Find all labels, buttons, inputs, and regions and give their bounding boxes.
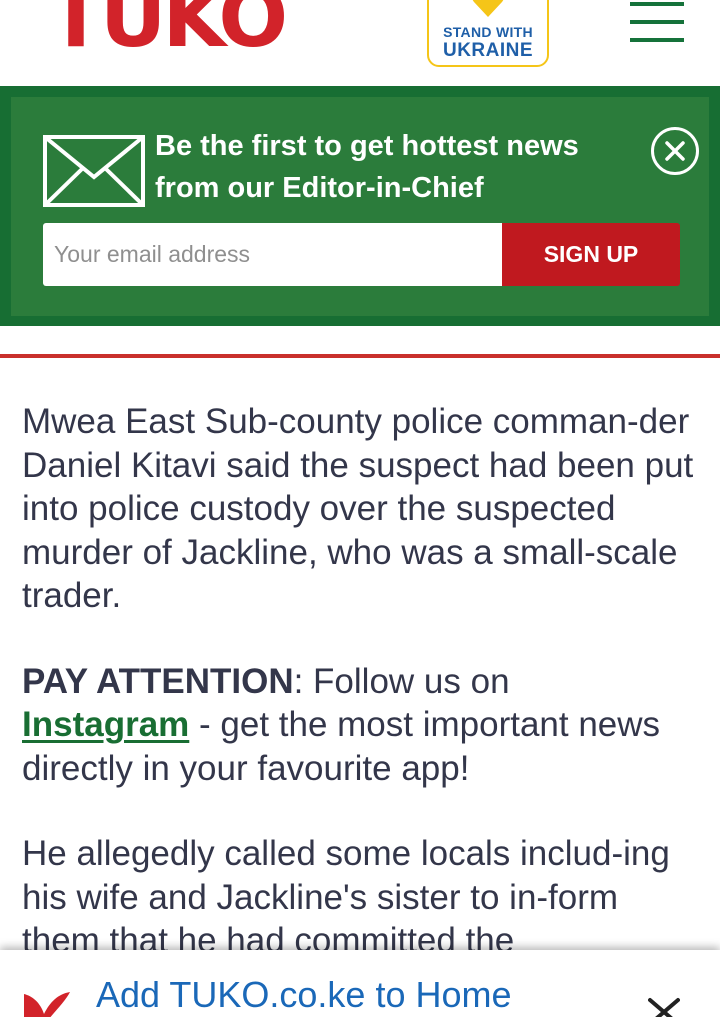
- pay-attention-paragraph: PAY ATTENTION: Follow us on Instagram - g…: [22, 660, 702, 791]
- chevron-down-icon[interactable]: [648, 996, 680, 1017]
- newsletter-title: Be the first to get hottest news from ou…: [155, 130, 579, 204]
- instagram-link[interactable]: Instagram: [22, 705, 189, 744]
- heart-icon: [472, 0, 504, 17]
- divider: [0, 354, 720, 358]
- tuko-app-icon: [24, 992, 70, 1017]
- ukraine-badge-line1: STAND WITH: [443, 24, 533, 40]
- article-paragraph: He allegedly called some locals includ-i…: [22, 834, 670, 960]
- stand-with-ukraine-badge[interactable]: STAND WITH UKRAINE: [427, 0, 549, 67]
- article-body: Mwea East Sub-county police comman-der D…: [22, 400, 702, 1005]
- add-to-home-bar: Add TUKO.co.ke to Home: [0, 950, 720, 1017]
- sign-up-button[interactable]: SIGN UP: [502, 223, 680, 286]
- tuko-logo[interactable]: TUKO: [48, 0, 288, 60]
- newsletter-panel: Be the first to get hottest news from ou…: [11, 97, 709, 316]
- site-header: TUKO STAND WITH UKRAINE: [0, 0, 720, 86]
- envelope-icon: [43, 135, 145, 207]
- article-paragraph: Mwea East Sub-county police comman-der D…: [22, 402, 694, 615]
- pay-attention-text: : Follow us on: [293, 661, 510, 701]
- add-to-home-link[interactable]: Add TUKO.co.ke to Home: [96, 974, 512, 1016]
- pay-attention-label: PAY ATTENTION: [22, 661, 294, 701]
- email-field[interactable]: [43, 223, 503, 286]
- close-circle-icon[interactable]: [651, 127, 699, 175]
- ukraine-badge-line2: UKRAINE: [442, 40, 534, 61]
- hamburger-menu-icon[interactable]: [630, 2, 684, 44]
- newsletter-banner: Be the first to get hottest news from ou…: [0, 86, 720, 326]
